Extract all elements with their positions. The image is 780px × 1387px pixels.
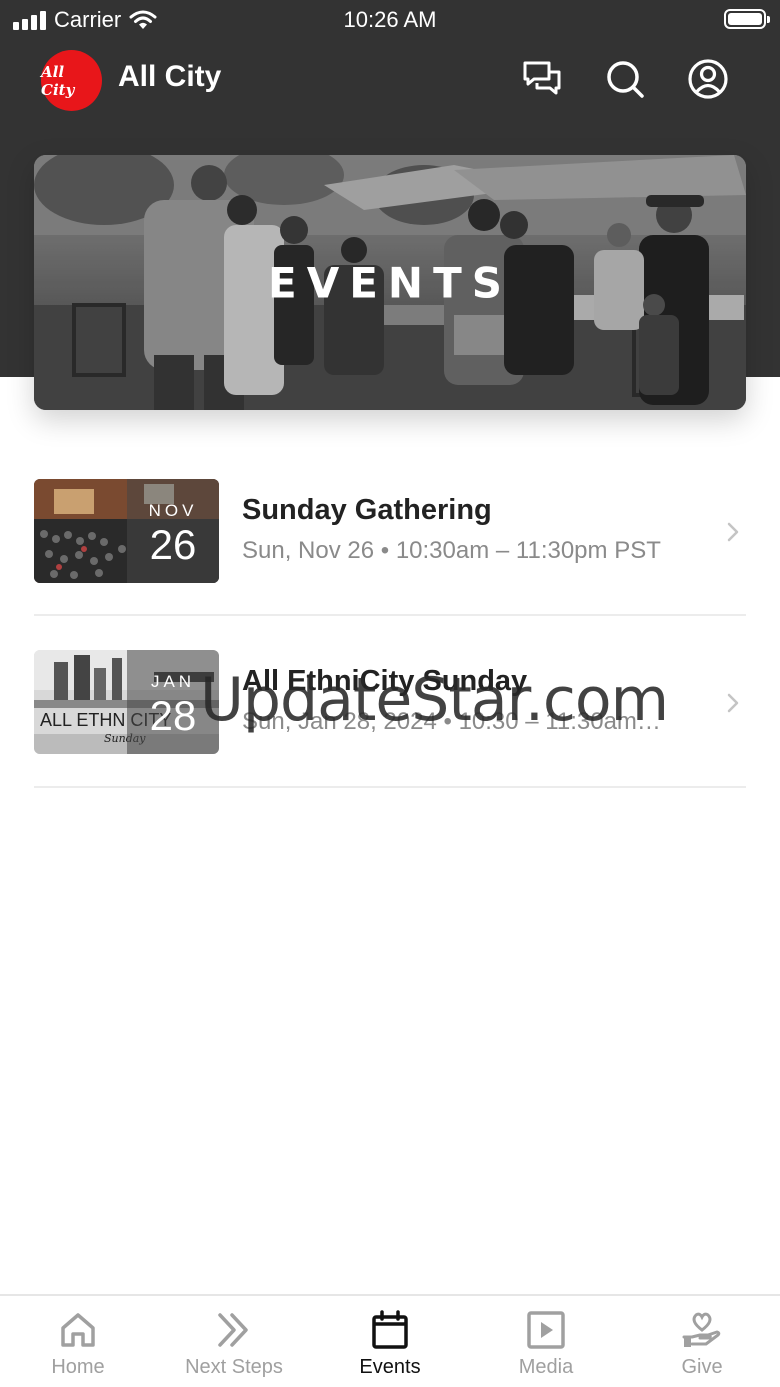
status-bar: Carrier 10:26 AM bbox=[0, 0, 780, 40]
tab-next-steps[interactable]: Next Steps bbox=[156, 1296, 312, 1387]
tab-bar: Home Next Steps Events Media Give bbox=[0, 1294, 780, 1387]
chevron-right-icon bbox=[727, 693, 739, 713]
battery-icon bbox=[724, 9, 770, 29]
event-meta: Sun, Nov 26 • 10:30am – 11:30pm PST bbox=[242, 537, 661, 564]
app-root: Carrier 10:26 AM All City All City EVENT… bbox=[0, 0, 780, 1387]
event-day: 26 bbox=[149, 521, 197, 568]
tab-label: Media bbox=[518, 1356, 574, 1378]
app-title: All City bbox=[118, 60, 222, 93]
calendar-icon bbox=[372, 1310, 408, 1349]
event-month: NOV bbox=[148, 501, 198, 520]
chevron-right-icon bbox=[727, 522, 739, 542]
event-thumbnail: NOV 26 bbox=[34, 479, 219, 583]
app-logo[interactable]: All City bbox=[41, 50, 102, 111]
tab-media[interactable]: Media bbox=[468, 1296, 624, 1387]
event-title: Sunday Gathering bbox=[242, 494, 492, 526]
logo-text: All City bbox=[41, 62, 75, 99]
search-icon[interactable] bbox=[604, 58, 646, 100]
profile-icon[interactable] bbox=[687, 58, 729, 100]
chat-icon[interactable] bbox=[521, 58, 563, 100]
play-icon bbox=[527, 1311, 565, 1349]
watermark: UpdateStar.com bbox=[200, 665, 669, 735]
event-thumbnail: ALL ETHN CITY Sunday JAN 28 bbox=[34, 650, 219, 754]
tab-label: Events bbox=[359, 1356, 421, 1378]
event-date-badge: NOV 26 bbox=[127, 479, 219, 583]
give-heart-hand-icon bbox=[682, 1312, 721, 1347]
tab-home[interactable]: Home bbox=[0, 1296, 156, 1387]
home-icon bbox=[61, 1313, 95, 1347]
tab-give[interactable]: Give bbox=[624, 1296, 780, 1387]
status-time: 10:26 AM bbox=[343, 7, 437, 32]
list-divider bbox=[34, 786, 746, 788]
tab-events[interactable]: Events bbox=[312, 1296, 468, 1387]
event-row-sunday-gathering[interactable]: NOV 26 Sunday Gathering Sun, Nov 26 • 10… bbox=[34, 479, 746, 583]
tab-label: Home bbox=[51, 1356, 105, 1378]
events-hero-banner: EVENTS bbox=[34, 155, 746, 410]
double-chevron-icon bbox=[218, 1313, 248, 1347]
tab-label: Next Steps bbox=[185, 1356, 283, 1378]
list-divider bbox=[34, 614, 746, 616]
tab-label: Give bbox=[681, 1356, 723, 1378]
hero-title: EVENTS bbox=[268, 258, 512, 307]
